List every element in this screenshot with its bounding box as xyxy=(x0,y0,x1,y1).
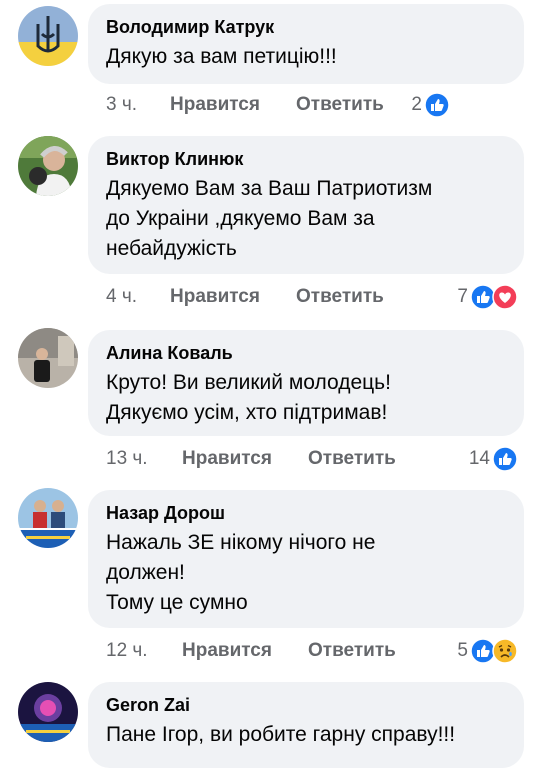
reaction-count: 5 xyxy=(457,640,468,661)
comment-time[interactable]: 4 ч. xyxy=(106,286,137,308)
comment-author[interactable]: Алина Коваль xyxy=(106,342,506,364)
reply-button[interactable]: Ответить xyxy=(296,286,384,308)
reply-button[interactable]: Ответить xyxy=(308,640,396,662)
avatar[interactable] xyxy=(18,6,78,66)
avatar[interactable] xyxy=(18,682,78,742)
sad-icon xyxy=(492,638,518,664)
avatar[interactable] xyxy=(18,136,78,196)
comment-author[interactable]: Володимир Катрук xyxy=(106,16,506,38)
comment-bubble: Назар Дорош Нажаль ЗЕ нікому нічого не д… xyxy=(88,490,524,628)
like-button[interactable]: Нравится xyxy=(170,286,260,308)
reactions-summary[interactable]: 5 xyxy=(457,636,518,666)
love-icon xyxy=(492,284,518,310)
reply-button[interactable]: Ответить xyxy=(296,94,384,116)
comment-actions: 13 ч. Нравится Ответить 14 xyxy=(106,444,518,474)
avatar[interactable] xyxy=(18,488,78,548)
like-icon xyxy=(424,92,450,118)
comment-text: Дякую за вам петицію!!! xyxy=(106,45,337,68)
reactions-summary[interactable]: 14 xyxy=(469,444,518,474)
comment-time[interactable]: 13 ч. xyxy=(106,448,148,470)
comment-text: Дякуемо Вам за Ваш Патриотизм до Украіни… xyxy=(106,177,433,260)
comment-time[interactable]: 12 ч. xyxy=(106,640,148,662)
comment-text: Круто! Ви великий молодець! Дякуємо усім… xyxy=(106,371,391,424)
reactions-summary[interactable]: 2 xyxy=(411,90,450,120)
comment-author[interactable]: Виктор Клинюк xyxy=(106,148,506,170)
avatar[interactable] xyxy=(18,328,78,388)
comment-actions: 3 ч. Нравится Ответить 2 xyxy=(106,90,518,120)
comment-bubble: Виктор Клинюк Дякуемо Вам за Ваш Патриот… xyxy=(88,136,524,274)
like-button[interactable]: Нравится xyxy=(182,448,272,470)
like-button[interactable]: Нравится xyxy=(170,94,260,116)
comment-text: Пане Ігор, ви робите гарну справу!!! xyxy=(106,723,456,746)
reactions-summary[interactable]: 7 xyxy=(457,282,518,312)
reply-button[interactable]: Ответить xyxy=(308,448,396,470)
comment-bubble: Geron Zai Пане Ігор, ви робите гарну спр… xyxy=(88,682,524,768)
comment-actions: 4 ч. Нравится Ответить 7 xyxy=(106,282,518,312)
comment-actions: 12 ч. Нравится Ответить 5 xyxy=(106,636,518,666)
comment-bubble: Алина Коваль Круто! Ви великий молодець!… xyxy=(88,330,524,436)
comment-time[interactable]: 3 ч. xyxy=(106,94,137,116)
reaction-count: 7 xyxy=(457,286,468,307)
comment-bubble: Володимир Катрук Дякую за вам петицію!!! xyxy=(88,4,524,84)
like-button[interactable]: Нравится xyxy=(182,640,272,662)
comment-author[interactable]: Назар Дорош xyxy=(106,502,506,524)
reaction-count: 2 xyxy=(411,94,422,115)
comment-text: Нажаль ЗЕ нікому нічого не должен! Тому … xyxy=(106,531,376,614)
comment-author[interactable]: Geron Zai xyxy=(106,694,506,716)
reaction-count: 14 xyxy=(468,448,490,469)
like-icon xyxy=(492,446,518,472)
